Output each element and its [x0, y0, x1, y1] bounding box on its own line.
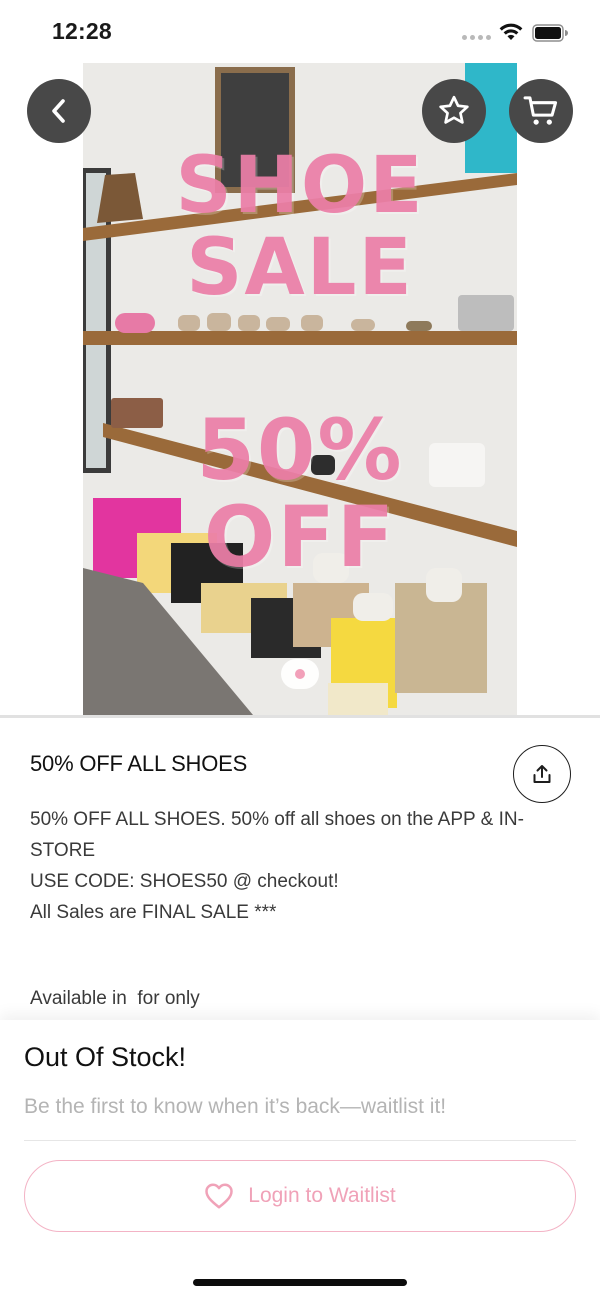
cart-icon — [523, 96, 558, 125]
description-line: All Sales are FINAL SALE *** — [30, 902, 277, 923]
chevron-left-icon — [52, 99, 65, 123]
image-divider — [0, 715, 600, 718]
share-button[interactable] — [513, 745, 571, 803]
status-time: 12:28 — [52, 18, 112, 44]
out-of-stock-title: Out Of Stock! — [24, 1042, 187, 1072]
sale-overlay-text: SHOE — [175, 141, 425, 231]
share-icon — [533, 765, 551, 783]
battery-icon — [532, 24, 568, 42]
home-indicator[interactable] — [193, 1279, 407, 1286]
status-bar: 12:28 — [0, 0, 600, 64]
waitlist-button-label: Login to Waitlist — [248, 1184, 396, 1207]
sale-overlay-text: SALE — [186, 223, 414, 313]
product-title: 50% OFF ALL SHOES — [30, 751, 248, 776]
image-pager[interactable] — [281, 659, 319, 689]
signal-dots-icon — [462, 35, 491, 40]
description-line: USE CODE: SHOES50 @ checkout! — [30, 871, 339, 892]
sale-overlay-text: OFF — [203, 488, 397, 586]
waitlist-sheet: Out Of Stock! Be the first to know when … — [0, 1020, 600, 1299]
sale-overlay-text: 50% — [196, 401, 404, 499]
product-description: 50% OFF ALL SHOES. 50% off all shoes on … — [30, 804, 550, 928]
favorite-button[interactable] — [422, 79, 486, 143]
description-line: 50% OFF ALL SHOES. 50% off all shoes on … — [30, 809, 524, 861]
heart-icon — [205, 1183, 234, 1209]
product-image[interactable]: SHOE SALE 50% OFF — [83, 63, 517, 715]
back-button[interactable] — [27, 79, 91, 143]
waitlist-subtitle: Be the first to know when it’s back—wait… — [24, 1095, 447, 1118]
pager-dot-active[interactable] — [295, 669, 305, 679]
availability-text: Available in for only — [30, 988, 200, 1009]
star-icon — [439, 95, 469, 124]
cart-button[interactable] — [509, 79, 573, 143]
login-to-waitlist-button[interactable]: Login to Waitlist — [24, 1160, 576, 1232]
sheet-divider — [24, 1140, 576, 1141]
wifi-icon — [499, 23, 523, 40]
